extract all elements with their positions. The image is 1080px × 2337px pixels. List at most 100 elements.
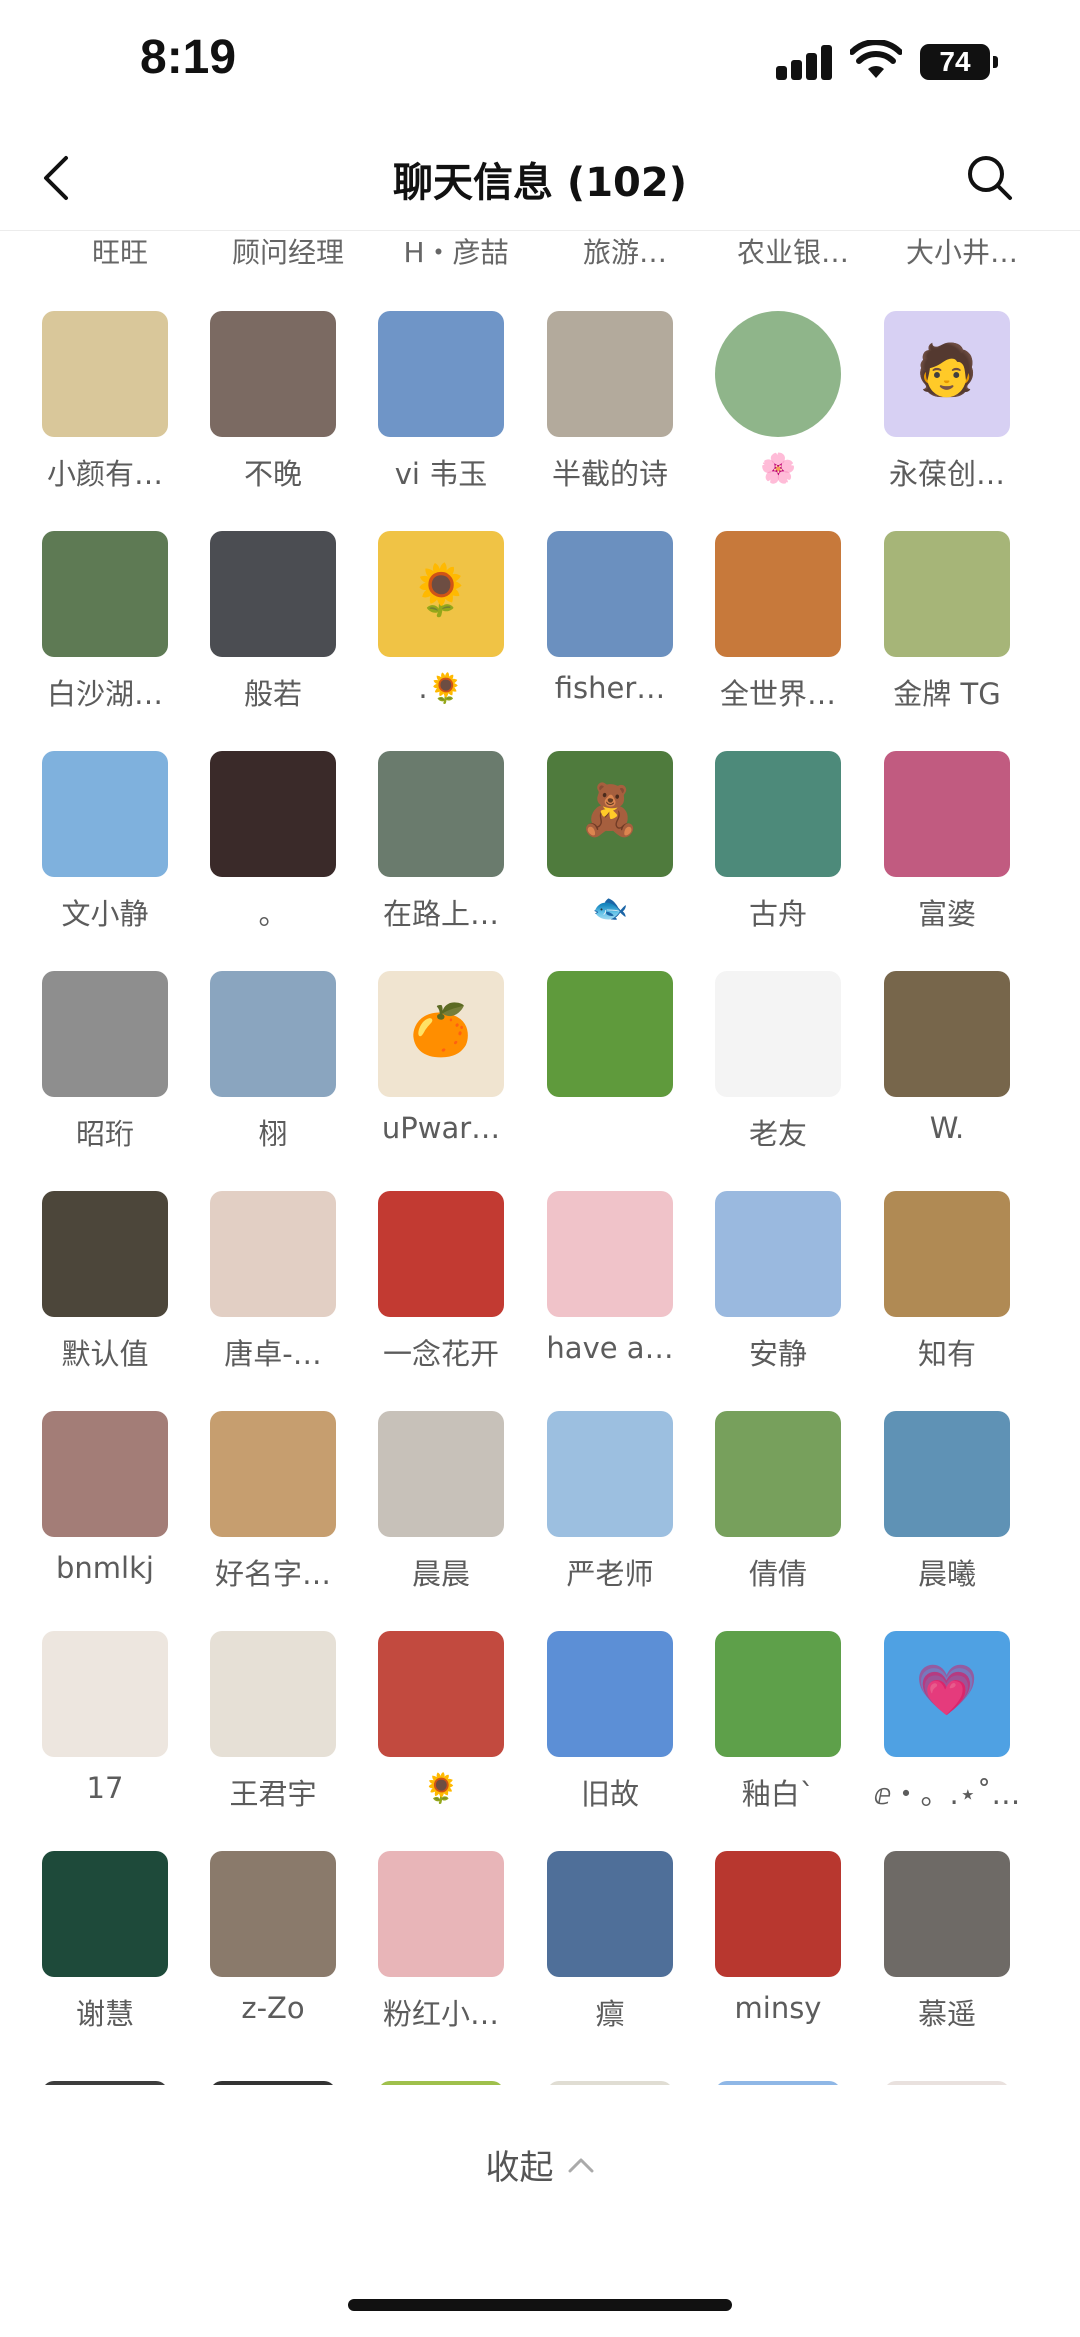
avatar[interactable] xyxy=(547,2081,673,2085)
member-item[interactable]: 在路上… xyxy=(364,751,532,951)
avatar[interactable] xyxy=(884,2081,1010,2085)
avatar[interactable] xyxy=(42,1191,168,1317)
avatar[interactable] xyxy=(884,531,1010,657)
member-item[interactable]: W. xyxy=(870,971,1038,1171)
member-item[interactable]: 晨曦 xyxy=(870,1411,1038,1611)
avatar[interactable] xyxy=(715,1411,841,1537)
avatar[interactable] xyxy=(42,2081,168,2085)
avatar[interactable] xyxy=(884,1411,1010,1537)
member-item[interactable]: 唐卓-… xyxy=(196,1191,364,1391)
member-item[interactable]: 倩倩 xyxy=(701,1411,869,1611)
avatar[interactable]: 🌻 xyxy=(378,531,504,657)
member-item[interactable]: 不晚 xyxy=(196,311,364,511)
avatar[interactable] xyxy=(42,971,168,1097)
avatar[interactable] xyxy=(210,751,336,877)
avatar[interactable] xyxy=(715,2081,841,2085)
avatar[interactable] xyxy=(715,971,841,1097)
member-item[interactable]: 慕遥 xyxy=(870,1851,1038,2051)
avatar[interactable] xyxy=(884,1851,1010,1977)
member-item[interactable]: 全世界… xyxy=(701,531,869,731)
member-item[interactable]: 旧故 xyxy=(533,1631,701,1831)
member-item[interactable]: have a… xyxy=(533,1191,701,1391)
member-item[interactable]: 富婆 xyxy=(870,751,1038,951)
member-item[interactable]: 🌻 .🌻 xyxy=(364,531,532,731)
member-list[interactable]: 旺旺 顾问经理 H・彦喆 旅游… 农业银… 大小井… 小颜有… 不晚 vi 韦玉 半截的诗 🌸 🧑 永… xyxy=(0,231,1080,2085)
avatar[interactable] xyxy=(378,2081,504,2085)
member-item[interactable] xyxy=(533,971,701,1171)
collapse-button[interactable]: 收起 xyxy=(0,2140,1080,2200)
avatar[interactable] xyxy=(42,1631,168,1757)
member-item[interactable]: bnmlkj xyxy=(28,1411,196,1611)
member-item[interactable]: 老友 xyxy=(701,971,869,1171)
avatar[interactable] xyxy=(378,1631,504,1757)
member-item[interactable]: minsy xyxy=(701,1851,869,2051)
avatar[interactable] xyxy=(42,1851,168,1977)
avatar[interactable] xyxy=(547,1631,673,1757)
member-item[interactable]: 古舟 xyxy=(701,751,869,951)
avatar[interactable] xyxy=(210,1411,336,1537)
member-item[interactable]: 🧑 永葆创… xyxy=(870,311,1038,511)
member-item[interactable]: 小颜有… xyxy=(28,311,196,511)
avatar[interactable] xyxy=(42,751,168,877)
avatar[interactable] xyxy=(715,311,841,437)
avatar[interactable] xyxy=(378,1191,504,1317)
member-item[interactable]: 般若 xyxy=(196,531,364,731)
avatar[interactable] xyxy=(42,531,168,657)
member-item[interactable]: 一念花开 xyxy=(364,1191,532,1391)
member-item[interactable]: 17 xyxy=(28,1631,196,1831)
avatar[interactable] xyxy=(378,751,504,877)
avatar[interactable] xyxy=(42,311,168,437)
avatar[interactable] xyxy=(715,1191,841,1317)
member-item[interactable]: 💗 ⅇ・。.⋆˚… xyxy=(870,1631,1038,1831)
member-item[interactable]: 🌸 xyxy=(701,311,869,511)
avatar[interactable] xyxy=(547,971,673,1097)
member-item[interactable]: 文小静 xyxy=(28,751,196,951)
member-item[interactable]: vi 韦玉 xyxy=(364,311,532,511)
member-item[interactable]: 半截的诗 xyxy=(533,311,701,511)
member-item[interactable]: 🌻 xyxy=(364,1631,532,1831)
avatar[interactable] xyxy=(210,1631,336,1757)
member-item[interactable]: 粉红小… xyxy=(364,1851,532,2051)
member-item[interactable]: 严老师 xyxy=(533,1411,701,1611)
avatar[interactable]: 🧸 xyxy=(547,751,673,877)
member-item[interactable]: 金牌 TG xyxy=(870,531,1038,731)
member-item[interactable]: fisher… xyxy=(533,531,701,731)
avatar[interactable] xyxy=(42,1411,168,1537)
avatar[interactable] xyxy=(884,971,1010,1097)
member-item[interactable]: 晨晨 xyxy=(364,1411,532,1611)
avatar[interactable] xyxy=(210,531,336,657)
avatar[interactable] xyxy=(378,311,504,437)
avatar[interactable] xyxy=(715,1851,841,1977)
member-item[interactable]: 🧸 🐟 xyxy=(533,751,701,951)
member-item[interactable]: 🍊 uPwar… xyxy=(364,971,532,1171)
avatar[interactable] xyxy=(547,1191,673,1317)
member-item[interactable]: 栩 xyxy=(196,971,364,1171)
avatar[interactable] xyxy=(884,751,1010,877)
avatar[interactable] xyxy=(547,311,673,437)
avatar[interactable] xyxy=(210,2081,336,2085)
member-item[interactable]: 安静 xyxy=(701,1191,869,1391)
member-item[interactable]: 知有 xyxy=(870,1191,1038,1391)
avatar[interactable] xyxy=(547,1851,673,1977)
avatar[interactable] xyxy=(715,751,841,877)
avatar[interactable] xyxy=(378,1851,504,1977)
avatar[interactable]: 💗 xyxy=(884,1631,1010,1757)
avatar[interactable] xyxy=(210,1191,336,1317)
member-item[interactable]: 。 xyxy=(196,751,364,951)
avatar[interactable]: 🧑 xyxy=(884,311,1010,437)
member-item[interactable]: 默认值 xyxy=(28,1191,196,1391)
avatar[interactable] xyxy=(547,531,673,657)
member-item[interactable]: 好名字… xyxy=(196,1411,364,1611)
member-item[interactable]: 昭珩 xyxy=(28,971,196,1171)
member-item[interactable]: 王君宇 xyxy=(196,1631,364,1831)
avatar[interactable] xyxy=(378,1411,504,1537)
avatar[interactable]: 🍊 xyxy=(378,971,504,1097)
avatar[interactable] xyxy=(210,311,336,437)
avatar[interactable] xyxy=(547,1411,673,1537)
avatar[interactable] xyxy=(884,1191,1010,1317)
avatar[interactable] xyxy=(210,971,336,1097)
avatar[interactable] xyxy=(715,531,841,657)
member-item[interactable]: 谢慧 xyxy=(28,1851,196,2051)
avatar[interactable] xyxy=(715,1631,841,1757)
search-icon[interactable] xyxy=(962,150,1018,206)
